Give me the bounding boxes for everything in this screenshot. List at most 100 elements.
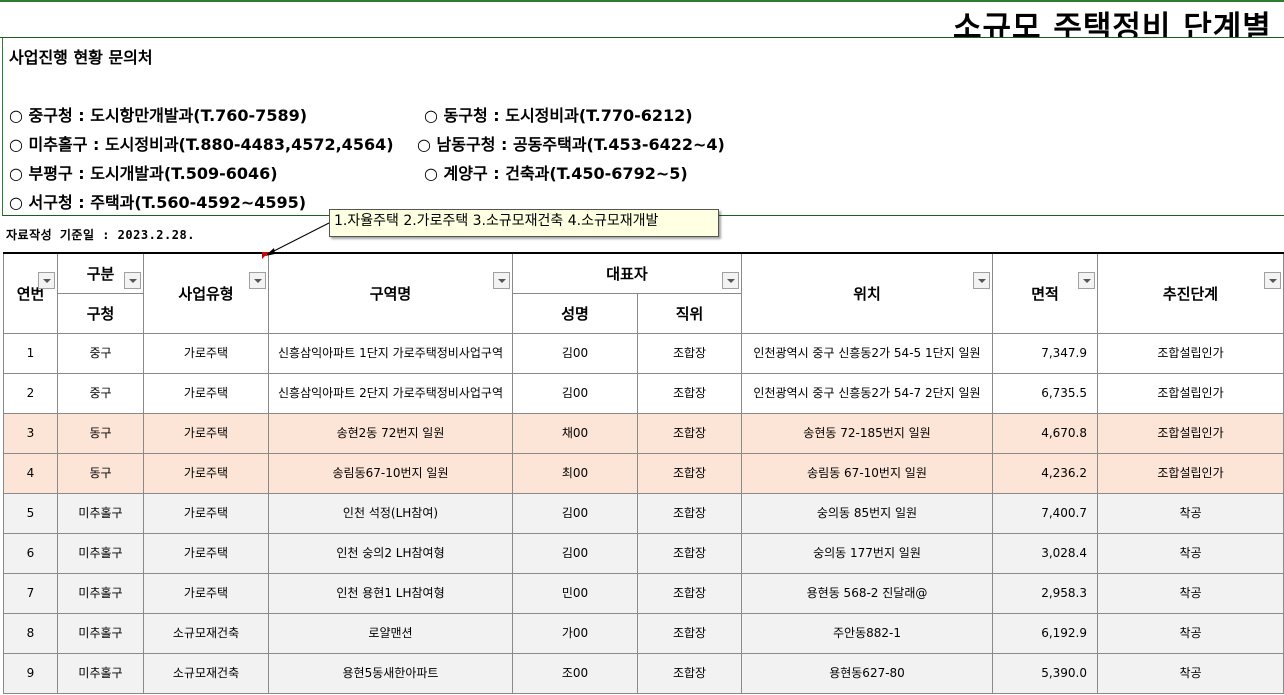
- cell-no[interactable]: 7: [3, 572, 58, 614]
- cell-no[interactable]: 2: [3, 372, 58, 414]
- cell-location[interactable]: 숭의동 85번지 일원: [741, 492, 993, 534]
- cell-location[interactable]: 주안동882-1: [741, 612, 993, 654]
- cell-rep-position[interactable]: 조합장: [637, 452, 742, 494]
- cell-type[interactable]: 가로주택: [143, 492, 269, 534]
- cell-rep-name[interactable]: 김00: [512, 492, 638, 534]
- cell-district[interactable]: 중구: [57, 372, 144, 414]
- cell-rep-position[interactable]: 조합장: [637, 332, 742, 374]
- cell-no[interactable]: 8: [3, 612, 58, 654]
- cell-stage[interactable]: 착공: [1097, 652, 1284, 694]
- cell-zone[interactable]: 인천 용현1 LH참여형: [268, 572, 513, 614]
- cell-no[interactable]: 5: [3, 492, 58, 534]
- cell-location[interactable]: 송림동 67-10번지 일원: [741, 452, 993, 494]
- cell-area[interactable]: 5,390.0: [992, 652, 1098, 694]
- filter-dropdown-icon[interactable]: [493, 272, 510, 289]
- comment-marker-icon[interactable]: [262, 252, 269, 259]
- cell-no[interactable]: 3: [3, 412, 58, 454]
- filter-dropdown-icon[interactable]: [722, 272, 739, 289]
- cell-location[interactable]: 송현동 72-185번지 일원: [741, 412, 993, 454]
- cell-type[interactable]: 가로주택: [143, 372, 269, 414]
- cell-rep-name[interactable]: 가00: [512, 612, 638, 654]
- filter-dropdown-icon[interactable]: [38, 272, 55, 289]
- cell-area[interactable]: 6,735.5: [992, 372, 1098, 414]
- cell-rep-position[interactable]: 조합장: [637, 492, 742, 534]
- cell-stage[interactable]: 착공: [1097, 572, 1284, 614]
- cell-stage[interactable]: 조합설립인가: [1097, 452, 1284, 494]
- cell-no[interactable]: 6: [3, 532, 58, 574]
- cell-area[interactable]: 2,958.3: [992, 572, 1098, 614]
- cell-rep-name[interactable]: 김00: [512, 372, 638, 414]
- table-row[interactable]: 6 미추홀구 가로주택 인천 숭의2 LH참여형 김00 조합장 숭의동 177…: [3, 532, 1284, 574]
- cell-rep-name[interactable]: 채00: [512, 412, 638, 454]
- cell-rep-name[interactable]: 최00: [512, 452, 638, 494]
- cell-district[interactable]: 미추홀구: [57, 492, 144, 534]
- cell-no[interactable]: 4: [3, 452, 58, 494]
- cell-type[interactable]: 가로주택: [143, 532, 269, 574]
- cell-area[interactable]: 4,236.2: [992, 452, 1098, 494]
- filter-dropdown-icon[interactable]: [124, 272, 141, 289]
- table-row[interactable]: 1 중구 가로주택 신흥삼익아파트 1단지 가로주택정비사업구역 김00 조합장…: [3, 332, 1284, 374]
- cell-zone[interactable]: 송현2동 72번지 일원: [268, 412, 513, 454]
- table-row[interactable]: 4 동구 가로주택 송림동67-10번지 일원 최00 조합장 송림동 67-1…: [3, 452, 1284, 494]
- table-row[interactable]: 3 동구 가로주택 송현2동 72번지 일원 채00 조합장 송현동 72-18…: [3, 412, 1284, 454]
- cell-stage[interactable]: 조합설립인가: [1097, 412, 1284, 454]
- cell-rep-name[interactable]: 김00: [512, 332, 638, 374]
- cell-district[interactable]: 미추홀구: [57, 532, 144, 574]
- cell-stage[interactable]: 착공: [1097, 532, 1284, 574]
- cell-type[interactable]: 가로주택: [143, 412, 269, 454]
- cell-district[interactable]: 중구: [57, 332, 144, 374]
- cell-area[interactable]: 7,347.9: [992, 332, 1098, 374]
- cell-location[interactable]: 인천광역시 중구 신흥동2가 54-5 1단지 일원: [741, 332, 993, 374]
- cell-rep-position[interactable]: 조합장: [637, 612, 742, 654]
- cell-type[interactable]: 가로주택: [143, 332, 269, 374]
- cell-stage[interactable]: 착공: [1097, 612, 1284, 654]
- cell-zone[interactable]: 신흥삼익아파트 1단지 가로주택정비사업구역: [268, 332, 513, 374]
- cell-zone[interactable]: 인천 석정(LH참여): [268, 492, 513, 534]
- cell-rep-position[interactable]: 조합장: [637, 372, 742, 414]
- cell-rep-name[interactable]: 김00: [512, 532, 638, 574]
- filter-dropdown-icon[interactable]: [1264, 272, 1281, 289]
- cell-type[interactable]: 소규모재건축: [143, 652, 269, 694]
- cell-zone[interactable]: 인천 숭의2 LH참여형: [268, 532, 513, 574]
- cell-rep-position[interactable]: 조합장: [637, 572, 742, 614]
- cell-stage[interactable]: 조합설립인가: [1097, 332, 1284, 374]
- cell-type[interactable]: 가로주택: [143, 572, 269, 614]
- cell-type[interactable]: 가로주택: [143, 452, 269, 494]
- table-row[interactable]: 2 중구 가로주택 신흥삼익아파트 2단지 가로주택정비사업구역 김00 조합장…: [3, 372, 1284, 414]
- cell-rep-name[interactable]: 민00: [512, 572, 638, 614]
- cell-zone[interactable]: 송림동67-10번지 일원: [268, 452, 513, 494]
- cell-area[interactable]: 4,670.8: [992, 412, 1098, 454]
- cell-area[interactable]: 6,192.9: [992, 612, 1098, 654]
- cell-no[interactable]: 9: [3, 652, 58, 694]
- cell-rep-position[interactable]: 조합장: [637, 412, 742, 454]
- table-row[interactable]: 5 미추홀구 가로주택 인천 석정(LH참여) 김00 조합장 숭의동 85번지…: [3, 492, 1284, 534]
- table-row[interactable]: 7 미추홀구 가로주택 인천 용현1 LH참여형 민00 조합장 용현동 568…: [3, 572, 1284, 614]
- cell-district[interactable]: 미추홀구: [57, 572, 144, 614]
- cell-area[interactable]: 7,400.7: [992, 492, 1098, 534]
- cell-district[interactable]: 동구: [57, 412, 144, 454]
- cell-zone[interactable]: 로얄맨션: [268, 612, 513, 654]
- contact-namdong: ○ 남동구청 : 공동주택과(T.453-6422~4): [417, 135, 725, 154]
- cell-location[interactable]: 용현동627-80: [741, 652, 993, 694]
- cell-location[interactable]: 용현동 568-2 진달래@: [741, 572, 993, 614]
- cell-stage[interactable]: 착공: [1097, 492, 1284, 534]
- filter-dropdown-icon[interactable]: [1078, 272, 1095, 289]
- cell-area[interactable]: 3,028.4: [992, 532, 1098, 574]
- cell-stage[interactable]: 조합설립인가: [1097, 372, 1284, 414]
- cell-rep-name[interactable]: 조00: [512, 652, 638, 694]
- cell-zone[interactable]: 용현5동새한아파트: [268, 652, 513, 694]
- cell-type[interactable]: 소규모재건축: [143, 612, 269, 654]
- cell-location[interactable]: 숭의동 177번지 일원: [741, 532, 993, 574]
- cell-district[interactable]: 미추홀구: [57, 652, 144, 694]
- cell-location[interactable]: 인천광역시 중구 신흥동2가 54-7 2단지 일원: [741, 372, 993, 414]
- cell-rep-position[interactable]: 조합장: [637, 532, 742, 574]
- filter-dropdown-icon[interactable]: [973, 272, 990, 289]
- table-row[interactable]: 9 미추홀구 소규모재건축 용현5동새한아파트 조00 조합장 용현동627-8…: [3, 652, 1284, 694]
- cell-district[interactable]: 동구: [57, 452, 144, 494]
- filter-dropdown-icon[interactable]: [249, 272, 266, 289]
- cell-rep-position[interactable]: 조합장: [637, 652, 742, 694]
- table-row[interactable]: 8 미추홀구 소규모재건축 로얄맨션 가00 조합장 주안동882-1 6,19…: [3, 612, 1284, 654]
- cell-no[interactable]: 1: [3, 332, 58, 374]
- cell-zone[interactable]: 신흥삼익아파트 2단지 가로주택정비사업구역: [268, 372, 513, 414]
- cell-district[interactable]: 미추홀구: [57, 612, 144, 654]
